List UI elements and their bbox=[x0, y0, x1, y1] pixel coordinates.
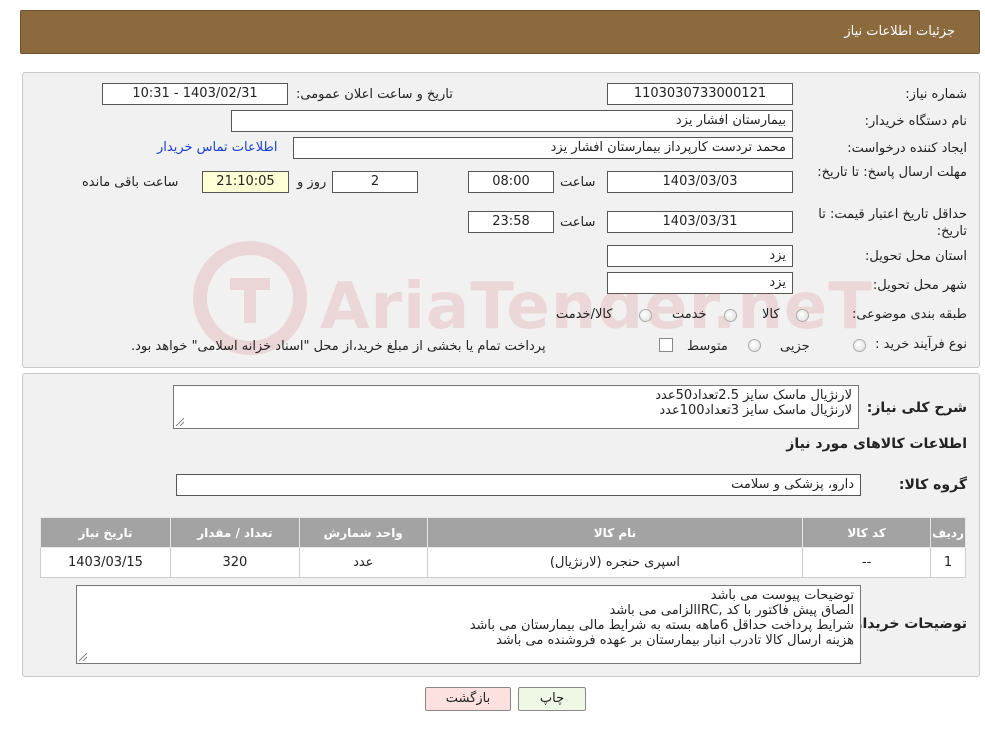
deadline-label: مهلت ارسال پاسخ: تا تاریخ: bbox=[817, 165, 967, 180]
buyer-contact-link[interactable]: اطلاعات تماس خریدار bbox=[157, 140, 277, 155]
process-minor-label: جزیی bbox=[780, 339, 810, 354]
summary-line-1: لارنژیال ماسک سایز 2.5تعداد50عدد bbox=[655, 388, 852, 403]
days-remaining-field: 2 bbox=[332, 171, 418, 193]
buyer-org-field: بیمارستان افشار یزد bbox=[231, 110, 793, 132]
summary-label: شرح کلی نیاز: bbox=[866, 400, 967, 416]
cell-need-date: 1403/03/15 bbox=[40, 547, 171, 578]
remaining-time-label: ساعت باقی مانده bbox=[82, 175, 179, 190]
days-label: روز و bbox=[297, 175, 327, 190]
table-row: 1 -- اسپری حنجره (لارنژیال) عدد 320 1403… bbox=[40, 547, 966, 578]
announce-label: تاریخ و ساعت اعلان عمومی: bbox=[296, 87, 453, 102]
province-label: استان محل تحویل: bbox=[865, 249, 967, 264]
price-validity-label: حداقل تاریخ اعتبار قیمت: تا تاریخ: bbox=[818, 207, 967, 239]
need-number-field: 1103030733000121 bbox=[607, 83, 793, 105]
page-title: جزئیات اطلاعات نیاز bbox=[844, 24, 955, 39]
buyer-note-line-4: هزینه ارسال کالا تادرب انبار بیمارستان ب… bbox=[496, 633, 854, 648]
buyer-notes-textarea[interactable]: توضیحات پیوست می باشد الصاق پیش فاکتور ب… bbox=[76, 585, 861, 664]
cell-item-code: -- bbox=[802, 547, 932, 578]
col-quantity-header: تعداد / مقدار bbox=[169, 517, 300, 548]
col-date-header: تاریخ نیاز bbox=[40, 517, 171, 548]
col-unit-header: واحد شمارش bbox=[298, 517, 428, 548]
buyer-note-line-2: الصاق پیش فاکتور با کد ,IRCالزامی می باش… bbox=[609, 603, 855, 618]
goods-info-title: اطلاعات کالاهای مورد نیاز bbox=[786, 436, 967, 452]
goods-group-field: دارو، پزشکی و سلامت bbox=[176, 474, 861, 496]
remaining-time-field: 21:10:05 bbox=[202, 171, 289, 193]
page-header: جزئیات اطلاعات نیاز bbox=[20, 10, 980, 54]
goods-table: ردیف کد کالا نام کالا واحد شمارش تعداد /… bbox=[40, 517, 966, 578]
validity-date-field: 1403/03/31 bbox=[607, 211, 793, 233]
city-field: یزد bbox=[607, 272, 793, 294]
category-label: طبقه بندی موضوعی: bbox=[851, 307, 967, 322]
deadline-time-field: 08:00 bbox=[468, 171, 554, 193]
print-button[interactable]: چاپ bbox=[518, 687, 586, 711]
cell-unit: عدد bbox=[298, 547, 428, 578]
validity-time-label: ساعت bbox=[560, 215, 596, 230]
category-service-radio[interactable] bbox=[724, 309, 737, 322]
process-type-label: نوع فرآیند خرید : bbox=[875, 337, 967, 352]
category-both-radio[interactable] bbox=[639, 309, 652, 322]
deadline-time-label: ساعت bbox=[560, 175, 596, 190]
validity-time-field: 23:58 bbox=[468, 211, 554, 233]
resize-grip-icon[interactable] bbox=[79, 653, 87, 661]
cell-quantity: 320 bbox=[169, 547, 300, 578]
category-service-label: خدمت bbox=[672, 307, 707, 322]
process-medium-radio[interactable] bbox=[748, 339, 761, 352]
summary-textarea[interactable]: لارنژیال ماسک سایز 2.5تعداد50عدد لارنژیا… bbox=[173, 385, 859, 429]
need-number-label: شماره نیاز: bbox=[905, 87, 967, 102]
col-row-header: ردیف bbox=[930, 517, 966, 548]
announce-datetime-field: 1403/02/31 - 10:31 bbox=[102, 83, 288, 105]
deadline-date-field: 1403/03/03 bbox=[607, 171, 793, 193]
process-payment-note: پرداخت تمام یا بخشی از مبلغ خرید،از محل … bbox=[131, 339, 546, 354]
cell-item-name: اسپری حنجره (لارنژیال) bbox=[426, 547, 804, 578]
buyer-org-label: نام دستگاه خریدار: bbox=[864, 114, 967, 129]
requester-field: محمد تردست کارپرداز بیمارستان افشار یزد bbox=[293, 137, 793, 159]
resize-grip-icon[interactable] bbox=[176, 418, 184, 426]
cell-row-number: 1 bbox=[930, 547, 966, 578]
back-button[interactable]: بازگشت bbox=[425, 687, 511, 711]
buyer-notes-label: توضیحات خریدار: bbox=[848, 616, 967, 632]
category-both-label: کالا/خدمت bbox=[556, 307, 613, 322]
buyer-note-line-3: شرایط پرداخت حداقل 6ماهه بسته به شرایط م… bbox=[469, 618, 854, 633]
col-code-header: کد کالا bbox=[802, 517, 932, 548]
process-medium-label: متوسط bbox=[687, 339, 728, 354]
requester-label: ایجاد کننده درخواست: bbox=[847, 141, 967, 156]
col-name-header: نام کالا bbox=[426, 517, 804, 548]
city-label: شهر محل تحویل: bbox=[872, 278, 967, 293]
goods-group-label: گروه کالا: bbox=[898, 477, 967, 493]
province-field: یزد bbox=[607, 245, 793, 267]
summary-line-2: لارنژیال ماسک سایز 3تعداد100عدد bbox=[659, 403, 852, 418]
treasury-payment-checkbox[interactable] bbox=[659, 338, 673, 352]
process-minor-radio[interactable] bbox=[853, 339, 866, 352]
goods-table-header: ردیف کد کالا نام کالا واحد شمارش تعداد /… bbox=[40, 517, 966, 548]
category-goods-radio[interactable] bbox=[796, 309, 809, 322]
category-goods-label: کالا bbox=[762, 307, 780, 322]
buyer-note-line-1: توضیحات پیوست می باشد bbox=[710, 588, 854, 603]
